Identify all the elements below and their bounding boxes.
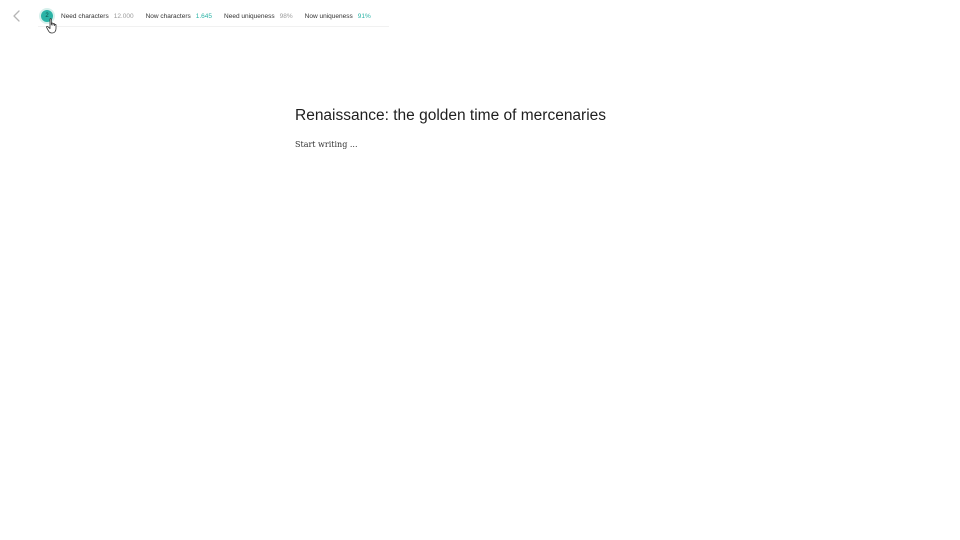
- stat-now-uniqueness: Now uniqueness 91%: [305, 13, 371, 20]
- hand-pointer-icon: [46, 18, 57, 34]
- stat-value: 98%: [279, 12, 293, 20]
- stat-value: 1.645: [195, 12, 213, 20]
- stat-now-characters: Now characters 1.645: [146, 13, 212, 20]
- stat-label: Need uniqueness: [224, 12, 275, 20]
- stat-label: Now uniqueness: [304, 12, 353, 20]
- stat-label: Need characters: [61, 12, 109, 20]
- stat-need-uniqueness: Need uniqueness 98%: [224, 13, 293, 20]
- stat-value: 91%: [357, 12, 371, 20]
- document-body-input[interactable]: Start writing ...: [295, 138, 715, 152]
- document-title[interactable]: Renaissance: the golden time of mercenar…: [295, 104, 715, 128]
- stat-label: Now characters: [145, 12, 191, 20]
- stat-need-characters: Need characters 12.000: [61, 13, 134, 20]
- document-editor: Renaissance: the golden time of mercenar…: [295, 104, 715, 152]
- back-button[interactable]: [9, 9, 23, 23]
- chevron-left-icon: [12, 10, 20, 22]
- document-stats-bar: 2 Need characters 12.000 Now characters …: [38, 6, 389, 27]
- stat-value: 12.000: [113, 12, 134, 20]
